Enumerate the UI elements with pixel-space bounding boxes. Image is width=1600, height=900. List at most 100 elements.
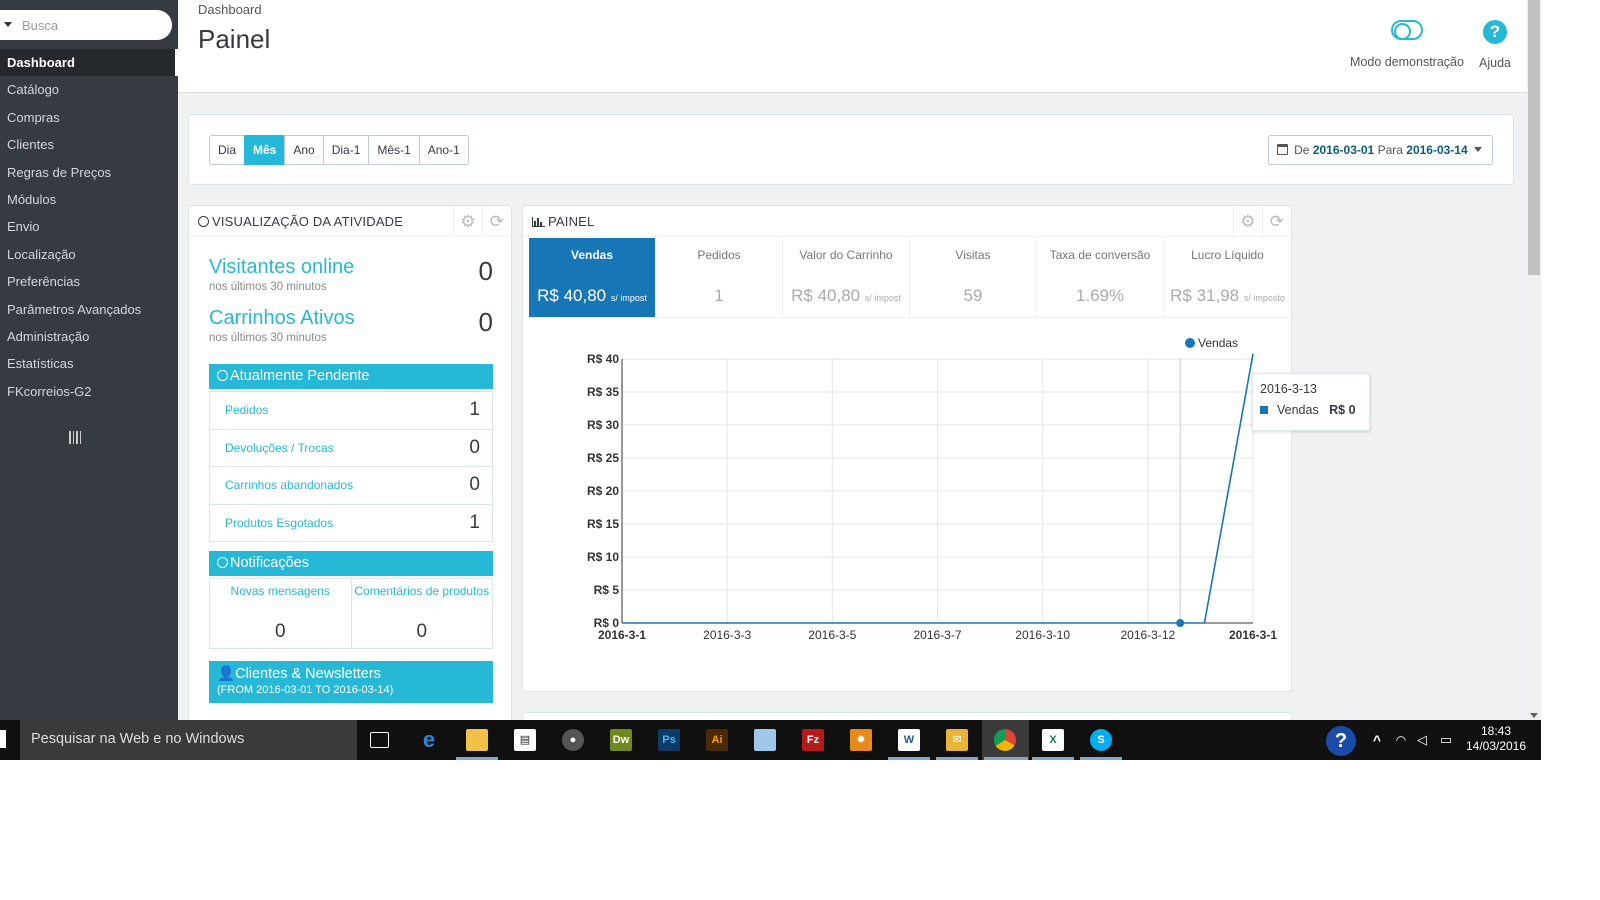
help-button[interactable]: ? Ajuda bbox=[1479, 20, 1511, 70]
sidebar-item-parametros-avancados[interactable]: Parâmetros Avançados bbox=[0, 296, 178, 323]
kpi-vendas[interactable]: Vendas R$ 40,80 s/ impost bbox=[529, 238, 656, 318]
pending-label[interactable]: Devoluções / Trocas bbox=[225, 441, 334, 455]
skype-icon[interactable]: S bbox=[1090, 729, 1112, 751]
kpi-label: Lucro Líquido bbox=[1191, 248, 1264, 262]
edge-icon[interactable]: e bbox=[418, 729, 440, 751]
notif-label[interactable]: Novas mensagens bbox=[210, 579, 351, 597]
refresh-icon[interactable]: ⟳ bbox=[1262, 206, 1291, 237]
sidebar-item-estatisticas[interactable]: Estatísticas bbox=[0, 350, 178, 377]
pending-label[interactable]: Carrinhos abandonados bbox=[225, 478, 353, 492]
visitors-online-label[interactable]: Visitantes online bbox=[209, 256, 493, 279]
store-icon[interactable]: ▤ bbox=[514, 729, 536, 751]
notif-new-messages[interactable]: Novas mensagens 0 bbox=[210, 579, 351, 648]
notifications-icon[interactable]: ▭ bbox=[1435, 729, 1457, 751]
activity-panel-title: VISUALIZAÇÃO DA ATIVIDADE bbox=[212, 214, 404, 229]
chrome-icon[interactable] bbox=[994, 729, 1016, 751]
period-button-group: Dia Mês Ano Dia-1 Mês-1 Ano-1 bbox=[209, 135, 469, 165]
start-button[interactable] bbox=[0, 730, 6, 748]
sidebar-item-administracao[interactable]: Administração bbox=[0, 323, 178, 350]
taskbar-search[interactable]: Pesquisar na Web e no Windows bbox=[20, 720, 357, 760]
sidebar-item-clientes[interactable]: Clientes bbox=[0, 131, 178, 158]
chart-tooltip: 2016-3-13 Vendas R$ 0 bbox=[1252, 373, 1370, 431]
list-item[interactable]: Pedidos 1 bbox=[210, 391, 492, 429]
notifications-section-header: Notificações bbox=[209, 551, 493, 576]
kpi-value: 1 bbox=[714, 286, 724, 305]
sidebar-item-fkcorreios[interactable]: FKcorreios-G2 bbox=[0, 378, 178, 405]
demo-mode-button[interactable]: Modo demonstração bbox=[1350, 20, 1464, 69]
search-box[interactable] bbox=[0, 10, 172, 40]
date-range-picker[interactable]: De 2016-03-01 Para 2016-03-14 bbox=[1267, 135, 1493, 165]
scrollbar-thumb[interactable] bbox=[1528, 0, 1540, 275]
notif-product-comments[interactable]: Comentários de produtos 0 bbox=[350, 579, 493, 648]
help-tray-icon[interactable]: ? bbox=[1326, 726, 1356, 756]
period-button-dia-1[interactable]: Dia-1 bbox=[322, 135, 370, 165]
wifi-icon[interactable]: ◠ bbox=[1390, 729, 1412, 751]
search-input[interactable] bbox=[22, 16, 162, 34]
pending-label[interactable]: Produtos Esgotados bbox=[225, 516, 333, 530]
period-button-mes[interactable]: Mês bbox=[244, 135, 286, 165]
task-view-icon[interactable] bbox=[370, 732, 389, 748]
sidebar-collapse-icon[interactable] bbox=[69, 431, 81, 444]
active-carts-sub: nos últimos 30 minutos bbox=[209, 332, 327, 344]
sidebar-item-localizacao[interactable]: Localização bbox=[0, 241, 178, 268]
search-scope-caret-icon[interactable] bbox=[4, 22, 12, 27]
pending-value: 0 bbox=[469, 474, 480, 495]
kpi-valor-carrinho[interactable]: Valor do Carrinho R$ 40,80 s/ impost bbox=[783, 238, 910, 318]
notepad-icon[interactable] bbox=[754, 729, 776, 751]
sidebar-item-preferencias[interactable]: Preferências bbox=[0, 268, 178, 295]
kpi-lucro-liquido[interactable]: Lucro Líquido R$ 31,98 s/ imposto bbox=[1164, 238, 1291, 318]
x-tick-label: 2016-3-1 bbox=[1229, 628, 1277, 642]
pending-label[interactable]: Pedidos bbox=[225, 403, 268, 417]
clock-time: 18:43 bbox=[1480, 724, 1512, 738]
word-icon[interactable]: W bbox=[898, 729, 920, 751]
dreamweaver-icon[interactable]: Dw bbox=[610, 729, 632, 751]
period-button-mes-1[interactable]: Mês-1 bbox=[368, 135, 420, 165]
media-icon[interactable]: ● bbox=[562, 729, 584, 751]
file-explorer-icon[interactable] bbox=[466, 729, 488, 751]
refresh-icon[interactable]: ⟳ bbox=[482, 206, 511, 237]
chevron-down-icon bbox=[1474, 147, 1482, 152]
customers-section-title: Clientes & Newsletters bbox=[235, 666, 381, 682]
tooltip-value: R$ 0 bbox=[1329, 403, 1356, 417]
period-button-ano[interactable]: Ano bbox=[284, 135, 324, 165]
sidebar-item-regras-precos[interactable]: Regras de Preços bbox=[0, 159, 178, 186]
period-button-dia[interactable]: Dia bbox=[209, 135, 246, 165]
y-tick-label: R$ 30 bbox=[587, 418, 619, 432]
volume-icon[interactable]: ◁ bbox=[1411, 729, 1433, 751]
chevron-up-icon[interactable]: ^ bbox=[1366, 729, 1388, 751]
photoshop-icon[interactable]: Ps bbox=[658, 729, 680, 751]
taskbar-clock[interactable]: 18:43 14/03/2016 bbox=[1463, 724, 1529, 754]
sidebar-item-catalogo[interactable]: Catálogo bbox=[0, 76, 178, 103]
sidebar-item-compras[interactable]: Compras bbox=[0, 104, 178, 131]
filezilla-icon[interactable]: Fz bbox=[802, 729, 824, 751]
active-carts-label[interactable]: Carrinhos Ativos bbox=[209, 307, 493, 330]
gear-icon[interactable]: ⚙ bbox=[453, 206, 482, 237]
notif-label[interactable]: Comentários de produtos bbox=[352, 579, 493, 597]
kpi-visitas[interactable]: Visitas 59 bbox=[910, 238, 1037, 318]
list-item[interactable]: Carrinhos abandonados 0 bbox=[210, 466, 492, 504]
page-header: Dashboard Painel Modo demonstração ? Aju… bbox=[178, 0, 1527, 93]
list-item[interactable]: Produtos Esgotados 1 bbox=[210, 503, 492, 542]
kpi-suffix: s/ impost bbox=[864, 293, 901, 303]
legend-label: Vendas bbox=[1198, 336, 1238, 350]
breadcrumb[interactable]: Dashboard bbox=[198, 2, 262, 17]
sales-line-chart[interactable]: R$ 0R$ 5R$ 10R$ 15R$ 20R$ 25R$ 30R$ 35R$… bbox=[523, 326, 1291, 686]
kpi-pedidos[interactable]: Pedidos 1 bbox=[656, 238, 783, 318]
x-tick-label: 2016-3-12 bbox=[1120, 628, 1175, 642]
sidebar-item-dashboard[interactable]: Dashboard bbox=[0, 49, 178, 77]
list-item[interactable]: Devoluções / Trocas 0 bbox=[210, 428, 492, 467]
page-scrollbar[interactable] bbox=[1527, 0, 1541, 720]
sidebar-item-envio[interactable]: Envio bbox=[0, 213, 178, 240]
excel-icon[interactable]: X bbox=[1042, 729, 1064, 751]
visitors-online-value: 0 bbox=[478, 256, 493, 286]
kpi-taxa-conversao[interactable]: Taxa de conversão 1.69% bbox=[1037, 238, 1164, 318]
illustrator-icon[interactable]: Ai bbox=[706, 729, 728, 751]
settings-app-icon[interactable]: ✹ bbox=[850, 729, 872, 751]
sidebar-item-modulos[interactable]: Módulos bbox=[0, 186, 178, 213]
period-button-ano-1[interactable]: Ano-1 bbox=[418, 135, 469, 165]
mail-icon[interactable]: ✉ bbox=[946, 729, 968, 751]
kpi-suffix: s/ impost bbox=[610, 293, 647, 303]
tooltip-series: Vendas bbox=[1277, 403, 1319, 417]
gear-icon[interactable]: ⚙ bbox=[1233, 206, 1262, 237]
scroll-down-arrow-icon[interactable] bbox=[1530, 713, 1538, 718]
